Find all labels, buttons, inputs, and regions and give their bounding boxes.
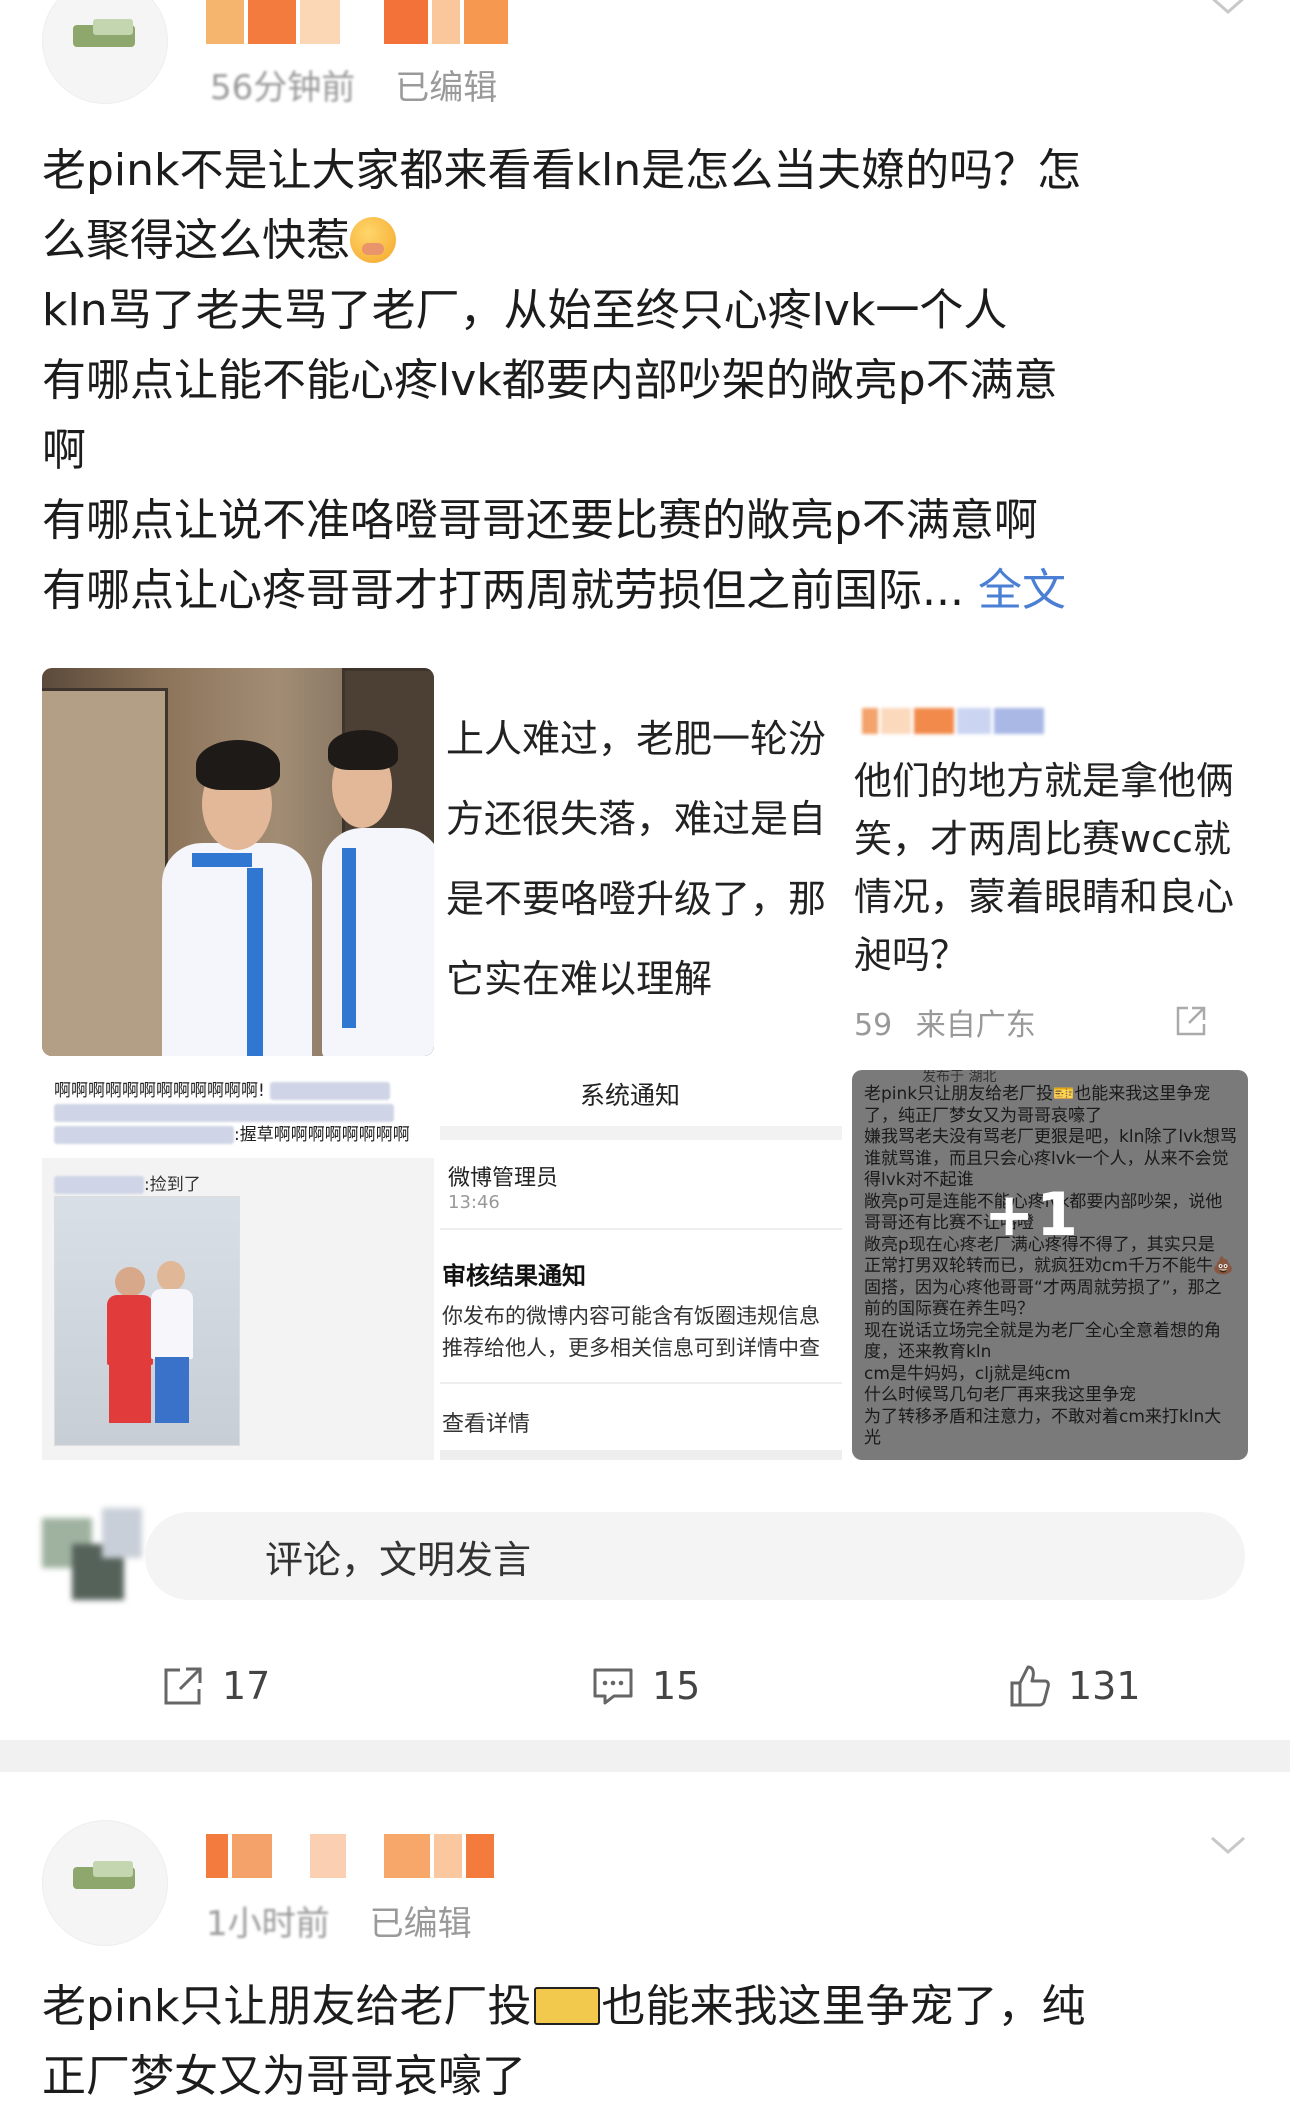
gray-tile-line: 现在说话立场完全就是为老厂全心全意着想的角: [864, 1320, 1221, 1341]
post-line: 老pink不是让大家都来看看kln是怎么当夫嫽的吗？怎: [42, 145, 1082, 196]
gray-tile-line: 老pink只让朋友给老厂投🎫也能来我这里争宠: [864, 1084, 1211, 1104]
post-line: 正厂梦女又为哥哥哀嚎了: [42, 2051, 526, 2102]
edited-label: 已编辑: [395, 68, 498, 108]
ticket-icon: [533, 1987, 600, 2025]
post-meta: 1小时前 已编辑: [206, 1896, 472, 1945]
post-line: 有哪点让能不能心疼lvk都要内部吵架的敞亮p不满意: [42, 355, 1058, 406]
emoji-icon: [350, 217, 396, 263]
screenshot-location: 来自广东: [915, 1008, 1036, 1043]
comment-placeholder: 评论，文明发言: [265, 1537, 532, 1582]
screenshot-line: 他们的地方就是拿他俩: [854, 759, 1235, 803]
gray-tile-line: 为了转移矛盾和注意力，不敢对着cm来打kln大光: [864, 1406, 1222, 1449]
chat-caption: :捡到了: [144, 1175, 201, 1195]
notice-sender: 微博管理员: [448, 1166, 559, 1191]
post-meta: 56分钟前 已编辑: [210, 60, 497, 109]
username-blurred[interactable]: [206, 1834, 494, 1878]
notice-heading: 审核结果通知: [442, 1262, 586, 1290]
image-tile-system-notice[interactable]: 系统通知 微博管理员 13:46 审核结果通知 你发布的微博内容可能含有饭圈违规…: [440, 1070, 842, 1460]
user-avatar: [42, 1508, 142, 1608]
gray-tile-line: 嫌我骂老夫没有骂老厂更狠是吧，kln除了lvk想骂: [864, 1127, 1237, 1147]
post-divider: [0, 1740, 1290, 1772]
post-time: 56分钟前: [210, 68, 356, 108]
notice-title: 系统通知: [580, 1081, 681, 1110]
more-images-count: +1: [984, 1180, 1081, 1250]
notice-time: 13:46: [448, 1192, 500, 1213]
gray-tile-line: cm是牛妈妈，clj就是纯cm: [864, 1363, 1071, 1384]
post-line: 啊: [42, 425, 86, 476]
like-count: 131: [1068, 1664, 1141, 1708]
comment-button[interactable]: 15: [590, 1660, 700, 1712]
read-more-link[interactable]: 全文: [978, 565, 1066, 616]
post-line: 老pink只让朋友给老厂投 也能来我这里争宠了，纯: [42, 1981, 1086, 2032]
screenshot-line: 笑，才两周比赛wcc就: [854, 817, 1231, 861]
notice-body: 推荐给他人，更多相关信息可到详情中查: [442, 1336, 820, 1360]
comment-count: 15: [652, 1664, 701, 1708]
screenshot-line: 是不要咯噔升级了，那: [446, 877, 827, 921]
gray-tile-line: 度，还来教育kln: [864, 1342, 992, 1362]
like-button[interactable]: 131: [1006, 1660, 1141, 1712]
thumbs-up-icon: [1010, 1665, 1050, 1707]
avatar[interactable]: [42, 0, 168, 104]
gray-tile-line: 前的国际赛在养生吗？: [864, 1299, 1034, 1319]
share-icon: [1176, 1006, 1206, 1036]
image-tile-screenshot-weibo[interactable]: 他们的地方就是拿他俩 笑，才两周比赛wcc就 情况，蒙着眼睛和良心 昶吗？ 59…: [848, 668, 1248, 1056]
chevron-down-icon[interactable]: [1208, 1834, 1248, 1858]
gray-tile-line: 什么时候骂几句老厂再来我这里争宠: [864, 1385, 1136, 1405]
post-line: 有哪点让心疼哥哥才打两周就劳损但之前国际... 全文: [42, 565, 1066, 616]
comment-icon: [593, 1668, 633, 1705]
repost-count: 17: [222, 1664, 271, 1708]
screenshot-line: 昶吗？: [854, 933, 969, 977]
post-line: 么聚得这么快惹: [42, 206, 1252, 276]
screenshot-line: 方还很失落，难过是自: [446, 797, 827, 841]
gray-tile-line: 了，纯正厂梦女又为哥哥哀嚎了: [864, 1105, 1102, 1126]
post-line: kln骂了老夫骂了老厂，从始至终只心疼lvk一个人: [42, 285, 1008, 336]
screenshot-line: 情况，蒙着眼睛和良心: [854, 875, 1235, 919]
post-line: 有哪点让说不准咯噔哥哥还要比赛的敞亮p不满意啊: [42, 495, 1038, 546]
gray-tile-line: 正常打男双轮转而已，就疯狂劝cm千万不能牛💩: [864, 1256, 1235, 1276]
username-blurred[interactable]: [206, 0, 508, 44]
chevron-down-icon[interactable]: [1208, 0, 1248, 18]
screenshot-line: 它实在难以理解: [446, 957, 713, 1001]
notice-body: 你发布的微博内容可能含有饭圈违规信息: [442, 1304, 820, 1328]
chat-line: 啊啊啊啊啊啊啊啊啊啊啊啊!: [54, 1081, 265, 1101]
chat-line: :握草啊啊啊啊啊啊啊啊: [234, 1125, 410, 1145]
edited-label: 已编辑: [369, 1904, 472, 1944]
repost-button[interactable]: 17: [160, 1660, 270, 1712]
notice-detail-link: 查看详情: [442, 1412, 531, 1437]
post-body: 老pink不是让大家都来看看kln是怎么当夫嫽的吗？怎 么聚得这么快惹 kln骂…: [42, 136, 1252, 626]
gray-tile-line: 固搭，因为心疼他哥哥“才两周就劳损了”，那之: [864, 1277, 1222, 1298]
image-tile-photo[interactable]: [42, 668, 434, 1056]
image-tile-chat[interactable]: 啊啊啊啊啊啊啊啊啊啊啊啊! :握草啊啊啊啊啊啊啊啊 :捡到了: [42, 1070, 434, 1460]
image-tile-more[interactable]: 发布于 湖北 老pink只让朋友给老厂投🎫也能来我这里争宠 了，纯正厂梦女又为哥…: [852, 1070, 1248, 1460]
gray-tile-line: 谁就骂谁，而且只会心疼lvk一个人，从来不会觉: [864, 1148, 1229, 1169]
repost-icon: [164, 1667, 202, 1705]
post-body: 老pink只让朋友给老厂投 也能来我这里争宠了，纯 正厂梦女又为哥哥哀嚎了: [42, 1972, 1252, 2112]
image-tile-screenshot-text[interactable]: 上人难过，老肥一轮汾 方还很失落，难过是自 是不要咯噔升级了，那 它实在难以理解: [440, 668, 842, 1056]
screenshot-count: 59: [854, 1008, 893, 1043]
screenshot-line: 上人难过，老肥一轮汾: [446, 717, 827, 761]
avatar[interactable]: [42, 1820, 168, 1946]
comment-input[interactable]: 评论，文明发言: [145, 1512, 1245, 1600]
post-time: 1小时前: [206, 1904, 330, 1944]
